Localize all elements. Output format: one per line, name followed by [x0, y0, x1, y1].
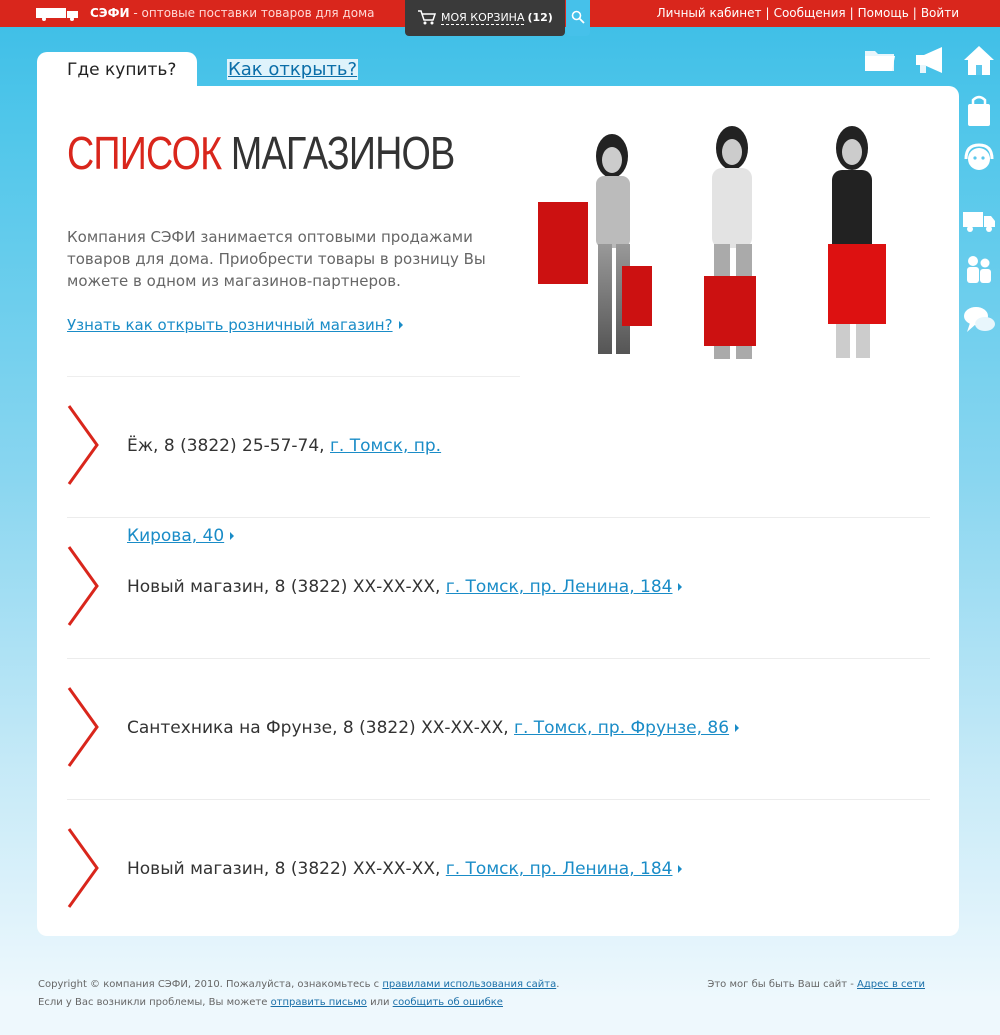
brand-tagline: - оптовые поставки товаров для дома	[129, 6, 375, 20]
send-letter-link[interactable]: отправить письмо	[271, 997, 367, 1008]
home-icon[interactable]	[961, 42, 997, 78]
divider	[67, 799, 930, 800]
support-icon[interactable]	[961, 142, 997, 178]
store-info: Новый магазин, 8 (3822) ХХ-ХХ-ХХ,	[127, 859, 446, 879]
chevron-right-icon	[67, 828, 99, 908]
terms-link[interactable]: правилами использования сайта	[382, 979, 556, 990]
search-button[interactable]	[566, 0, 590, 36]
kirova-link-wrap: Кирова, 40	[127, 526, 235, 546]
nav-separator: |	[849, 6, 854, 20]
open-store-link-wrap: Узнать как открыть розничный магазин?	[67, 316, 403, 334]
footer-credits: Это мог бы быть Ваш сайт - Адрес в сети	[707, 976, 925, 994]
search-icon	[571, 10, 585, 24]
cart-icon	[418, 10, 437, 25]
title-dark: МАГАЗИНОВ	[230, 127, 455, 179]
cart-count: (12)	[527, 11, 553, 24]
store-row-3: Сантехника на Фрунзе, 8 (3822) ХХ-ХХ-ХХ,…	[127, 718, 740, 738]
nav-separator: |	[912, 6, 917, 20]
arrow-right-icon	[230, 532, 235, 540]
megaphone-icon[interactable]	[912, 42, 948, 78]
report-error-link[interactable]: сообщить об ошибке	[393, 997, 503, 1008]
nav-messages[interactable]: Сообщения	[774, 6, 846, 20]
cart-button[interactable]: МОЯ КОРЗИНА (12)	[405, 0, 565, 36]
arrow-right-icon	[735, 724, 740, 732]
page-title: СПИСОК МАГАЗИНОВ	[67, 126, 455, 180]
open-store-link[interactable]: Узнать как открыть розничный магазин?	[67, 316, 393, 334]
folder-icon[interactable]	[862, 42, 898, 78]
arrow-right-icon	[398, 321, 403, 329]
divider	[67, 658, 930, 659]
nav-help[interactable]: Помощь	[858, 6, 909, 20]
chevron-right-icon	[67, 687, 99, 767]
tab-how-to-open[interactable]: Как открыть?	[227, 59, 359, 80]
store-row-1: Ёж, 8 (3822) 25-57-74, г. Томск, пр.	[127, 436, 441, 456]
developer-link[interactable]: Адрес в сети	[857, 979, 925, 990]
arrow-right-icon	[678, 865, 683, 873]
footer-text: Copyright © компания СЭФИ, 2010. Пожалуй…	[38, 979, 383, 990]
nav-personal-cabinet[interactable]: Личный кабинет	[657, 6, 762, 20]
footer-credits-text: Это мог бы быть Ваш сайт -	[707, 979, 858, 990]
store-address-link[interactable]: г. Томск, пр.	[330, 436, 441, 456]
arrow-right-icon	[678, 583, 683, 591]
store-address-link[interactable]: г. Томск, пр. Ленина, 184	[446, 859, 673, 879]
title-red: СПИСОК	[67, 127, 222, 179]
store-address-link[interactable]: г. Томск, пр. Ленина, 184	[446, 577, 673, 597]
footer-text: или	[366, 997, 393, 1008]
divider	[67, 517, 930, 518]
nav-login[interactable]: Войти	[921, 6, 959, 20]
store-info: Сантехника на Фрунзе, 8 (3822) ХХ-ХХ-ХХ,	[127, 718, 515, 738]
kirova-address-link[interactable]: Кирова, 40	[127, 526, 224, 546]
store-address-link[interactable]: г. Томск, пр. Фрунзе, 86	[514, 718, 729, 738]
truck-icon	[36, 8, 78, 21]
bag-icon[interactable]	[961, 92, 997, 128]
chat-icon[interactable]	[961, 302, 997, 338]
chevron-right-icon	[67, 405, 99, 485]
store-row-4: Новый магазин, 8 (3822) ХХ-ХХ-ХХ, г. Том…	[127, 859, 683, 879]
divider	[67, 376, 520, 377]
footer-copyright: Copyright © компания СЭФИ, 2010. Пожалуй…	[38, 976, 578, 1012]
brand-text[interactable]: СЭФИ - оптовые поставки товаров для дома	[90, 6, 375, 20]
delivery-truck-icon[interactable]	[961, 202, 997, 238]
cart-label: МОЯ КОРЗИНА	[441, 11, 525, 25]
chevron-right-icon	[67, 546, 99, 626]
store-info: Новый магазин, 8 (3822) ХХ-ХХ-ХХ,	[127, 577, 446, 597]
shoppers-photo	[538, 126, 886, 359]
intro-text: Компания СЭФИ занимается оптовыми продаж…	[67, 228, 486, 290]
top-navigation: Личный кабинет | Сообщения | Помощь | Войти	[657, 6, 959, 20]
nav-separator: |	[765, 6, 770, 20]
brand-name: СЭФИ	[90, 6, 130, 20]
main-panel: СПИСОК МАГАЗИНОВ Компания СЭФИ занимаетс…	[37, 86, 959, 936]
store-row-2: Новый магазин, 8 (3822) ХХ-ХХ-ХХ, г. Том…	[127, 577, 683, 597]
store-info: Ёж, 8 (3822) 25-57-74,	[127, 436, 330, 456]
people-icon[interactable]	[961, 252, 997, 288]
